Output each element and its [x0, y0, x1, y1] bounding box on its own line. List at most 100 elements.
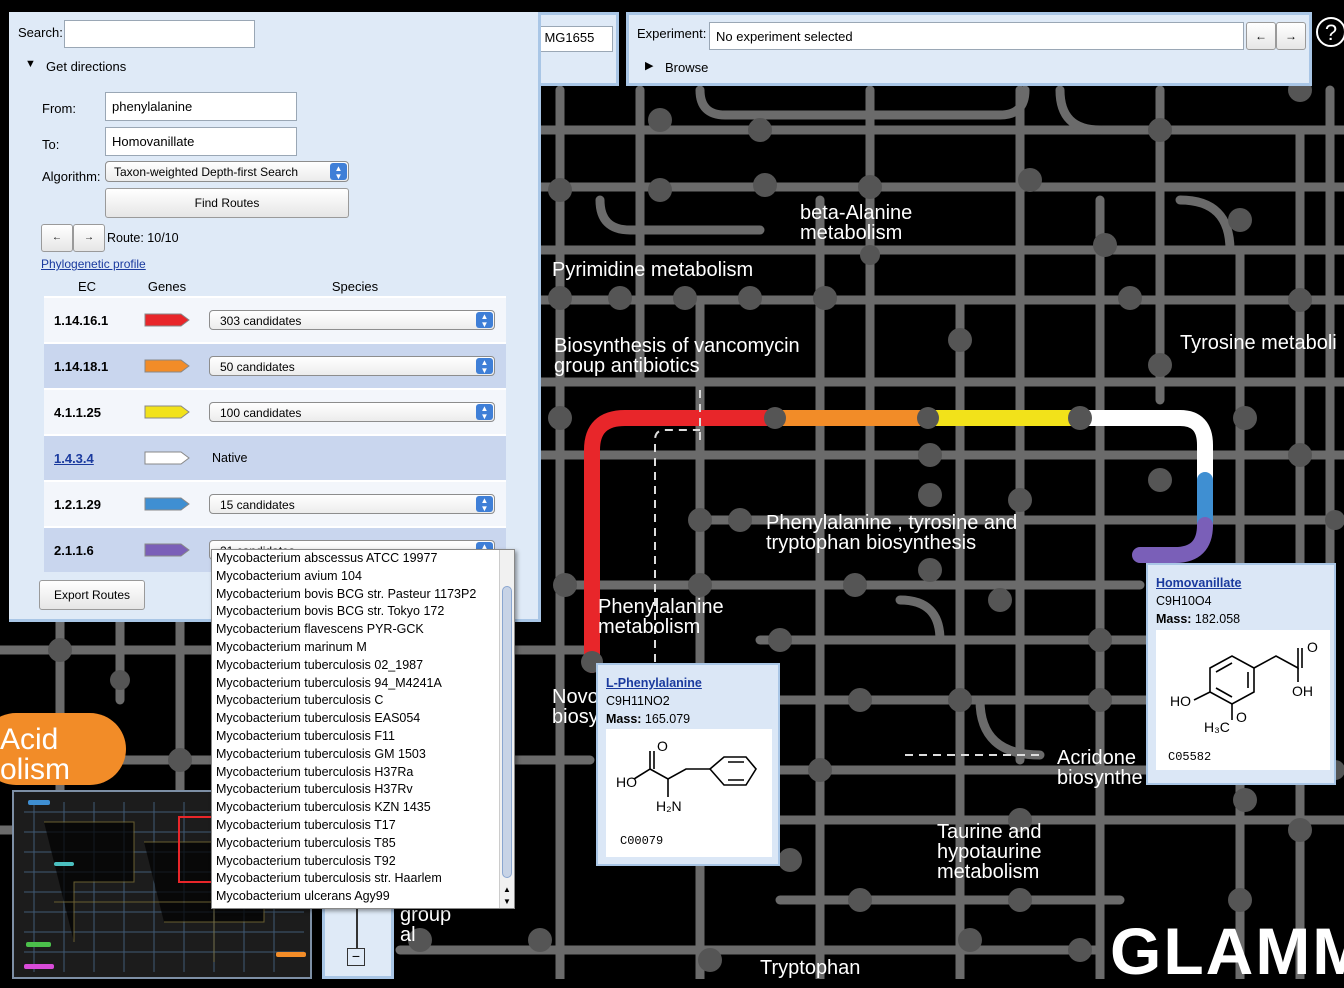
table-row: 1.14.18.1 50 candidates ▲ ▼ — [44, 342, 506, 389]
dropdown-option[interactable]: Mycobacterium flavescens PYR-GCK — [212, 621, 514, 639]
gene-arrow-icon — [130, 296, 204, 343]
dropdown-scrollbar[interactable]: ▲ ▼ — [499, 550, 514, 908]
species-select[interactable]: 50 candidates ▲ ▼ — [209, 356, 495, 376]
svg-text:OH: OH — [1292, 683, 1313, 699]
compound-popup-homovanillate[interactable]: Homovanillate C9H10O4 Mass: 182.058 O OH… — [1146, 563, 1336, 785]
dropdown-option[interactable]: Mycobacterium marinum M — [212, 639, 514, 657]
scrollbar-thumb[interactable] — [502, 586, 512, 878]
select-stepper-icon: ▲▼ — [330, 163, 347, 181]
search-label: Search: — [18, 25, 63, 40]
dropdown-option[interactable]: Mycobacterium tuberculosis str. Haarlem — [212, 870, 514, 888]
map-label-group[interactable]: group al — [400, 905, 451, 945]
zoom-panel: − — [322, 905, 394, 979]
species-select[interactable]: 15 candidates ▲ ▼ — [209, 494, 495, 514]
map-label-pyrimidine[interactable]: Pyrimidine metabolism — [552, 260, 753, 280]
to-input[interactable]: Homovanillate — [105, 127, 297, 156]
dropdown-option[interactable]: Mycobacterium tuberculosis 94_M4241A — [212, 675, 514, 693]
map-label-phe-tyr-trp[interactable]: Phenylalanine , tyrosine and tryptophan … — [766, 513, 1017, 553]
help-icon[interactable]: ? — [1316, 17, 1344, 47]
experiment-label: Experiment: — [637, 26, 707, 41]
browse-expand-icon[interactable]: ▶ — [645, 59, 653, 72]
column-header-ec: EC — [77, 278, 97, 294]
map-label-tyrosine[interactable]: Tyrosine metaboli — [1180, 333, 1337, 353]
from-label: From: — [42, 101, 76, 116]
dropdown-option[interactable]: Mycobacterium tuberculosis H37Ra — [212, 764, 514, 782]
dropdown-option[interactable]: Mycobacterium bovis BCG str. Pasteur 117… — [212, 586, 514, 604]
find-routes-button[interactable]: Find Routes — [105, 188, 349, 218]
table-row: 4.1.1.25 100 candidates ▲ ▼ — [44, 388, 506, 435]
gene-arrow-icon — [130, 526, 204, 572]
species-dropdown-list[interactable]: Mycobacterium abscessus ATCC 19977 Mycoba… — [211, 549, 515, 909]
mass-label: Mass: — [606, 712, 642, 726]
dropdown-option[interactable]: Mycobacterium abscessus ATCC 19977 — [212, 550, 514, 568]
directions-collapse-icon[interactable]: ▼ — [25, 58, 36, 70]
ec-number: 1.2.1.29 — [44, 480, 130, 527]
gene-arrow-icon — [130, 434, 204, 481]
experiment-field[interactable]: No experiment selected — [709, 22, 1244, 50]
compound-id: C00079 — [620, 834, 663, 848]
map-label-vancomycin[interactable]: Biosynthesis of vancomycin group antibio… — [554, 336, 800, 376]
map-label-phe-metabolism[interactable]: Phenylalanine metabolism — [598, 597, 724, 637]
algorithm-select[interactable]: Taxon-weighted Depth-first Search ▲ ▼ — [105, 161, 349, 182]
scroll-down-icon[interactable]: ▼ — [500, 897, 514, 906]
experiment-prev-button[interactable]: ← — [1246, 22, 1276, 50]
dropdown-option[interactable]: Mycobacterium bovis BCG str. Tokyo 172 — [212, 603, 514, 621]
dropdown-option[interactable]: Mycobacterium tuberculosis H37Rv — [212, 781, 514, 799]
species-select[interactable]: 303 candidates ▲ ▼ — [209, 310, 495, 330]
zoom-out-button[interactable]: − — [347, 948, 365, 966]
svg-text:O: O — [657, 738, 668, 754]
dropdown-option[interactable]: Mycobacterium tuberculosis GM 1503 — [212, 746, 514, 764]
ec-number-link[interactable]: 1.4.3.4 — [54, 451, 94, 466]
svg-text:O: O — [1236, 709, 1247, 725]
map-label-acid-metabolism[interactable]: Acid olism — [0, 713, 126, 785]
dropdown-option[interactable]: Mycobacterium tuberculosis T92 — [212, 853, 514, 871]
glamm-logo: GLAMM — [1110, 914, 1344, 988]
scroll-up-icon[interactable]: ▲ — [500, 885, 514, 894]
compound-mass: 182.058 — [1194, 612, 1241, 626]
map-label-acridone[interactable]: Acridone biosynthe — [1057, 748, 1143, 788]
zoom-slider-track[interactable] — [356, 908, 358, 948]
from-input[interactable]: phenylalanine — [105, 92, 297, 121]
search-input[interactable] — [64, 20, 255, 48]
compound-popup-phenylalanine[interactable]: L-Phenylalanine C9H11NO2 Mass: 165.079 O… — [596, 663, 780, 866]
species-select[interactable]: 100 candidates ▲ ▼ — [209, 402, 495, 422]
map-label-beta-alanine[interactable]: beta-Alanine metabolism — [800, 203, 912, 243]
dropdown-option[interactable]: Mycobacterium tuberculosis C — [212, 692, 514, 710]
experiment-next-button[interactable]: → — [1276, 22, 1306, 50]
svg-text:O: O — [1307, 639, 1318, 655]
select-stepper-icon: ▲▼ — [476, 358, 493, 375]
algorithm-label: Algorithm: — [42, 169, 101, 184]
browse-toggle[interactable]: Browse — [665, 60, 708, 75]
svg-text:HO: HO — [1170, 693, 1191, 709]
select-stepper-icon: ▲▼ — [476, 404, 493, 421]
compound-name-link[interactable]: Homovanillate — [1156, 576, 1241, 590]
phylogenetic-profile-link[interactable]: Phylogenetic profile — [41, 257, 146, 271]
dropdown-option[interactable]: Mycobacterium tuberculosis 02_1987 — [212, 657, 514, 675]
route-prev-button[interactable]: ← — [41, 224, 73, 252]
compound-formula: C9H11NO2 — [606, 694, 670, 708]
dropdown-option[interactable]: Mycobacterium ulcerans Agy99 — [212, 888, 514, 906]
table-row: 1.4.3.4 Native — [44, 434, 506, 481]
table-row: 1.14.16.1 303 candidates ▲ ▼ — [44, 296, 506, 343]
dropdown-option[interactable]: Mycobacterium tuberculosis T85 — [212, 835, 514, 853]
svg-text:HO: HO — [616, 774, 637, 790]
structure-image: O OH HO H₃C O C05582 — [1156, 630, 1330, 770]
map-label-taurine[interactable]: Taurine and hypotaurine metabolism — [937, 822, 1042, 882]
dropdown-option[interactable]: Mycobacterium tuberculosis KZN 1435 — [212, 799, 514, 817]
dropdown-option[interactable]: Mycobacterium avium 104 — [212, 568, 514, 586]
select-stepper-icon: ▲▼ — [476, 496, 493, 513]
map-label-tryptophan[interactable]: Tryptophan — [760, 958, 860, 978]
get-directions-toggle[interactable]: Get directions — [46, 59, 126, 74]
dropdown-option[interactable]: Mycobacterium tuberculosis T17 — [212, 817, 514, 835]
mass-label: Mass: — [1156, 612, 1192, 626]
dropdown-option[interactable]: Mycobacterium tuberculosis EAS054 — [212, 710, 514, 728]
species-select-value: 15 candidates — [220, 498, 295, 512]
export-routes-button[interactable]: Export Routes — [39, 580, 145, 610]
route-next-button[interactable]: → — [73, 224, 105, 252]
column-header-genes: Genes — [147, 278, 187, 294]
species-native: Native — [204, 434, 506, 481]
map-label-novo[interactable]: Novo biosy — [552, 687, 599, 727]
gene-arrow-icon — [130, 388, 204, 435]
dropdown-option[interactable]: Mycobacterium tuberculosis F11 — [212, 728, 514, 746]
compound-name-link[interactable]: L-Phenylalanine — [606, 676, 702, 690]
